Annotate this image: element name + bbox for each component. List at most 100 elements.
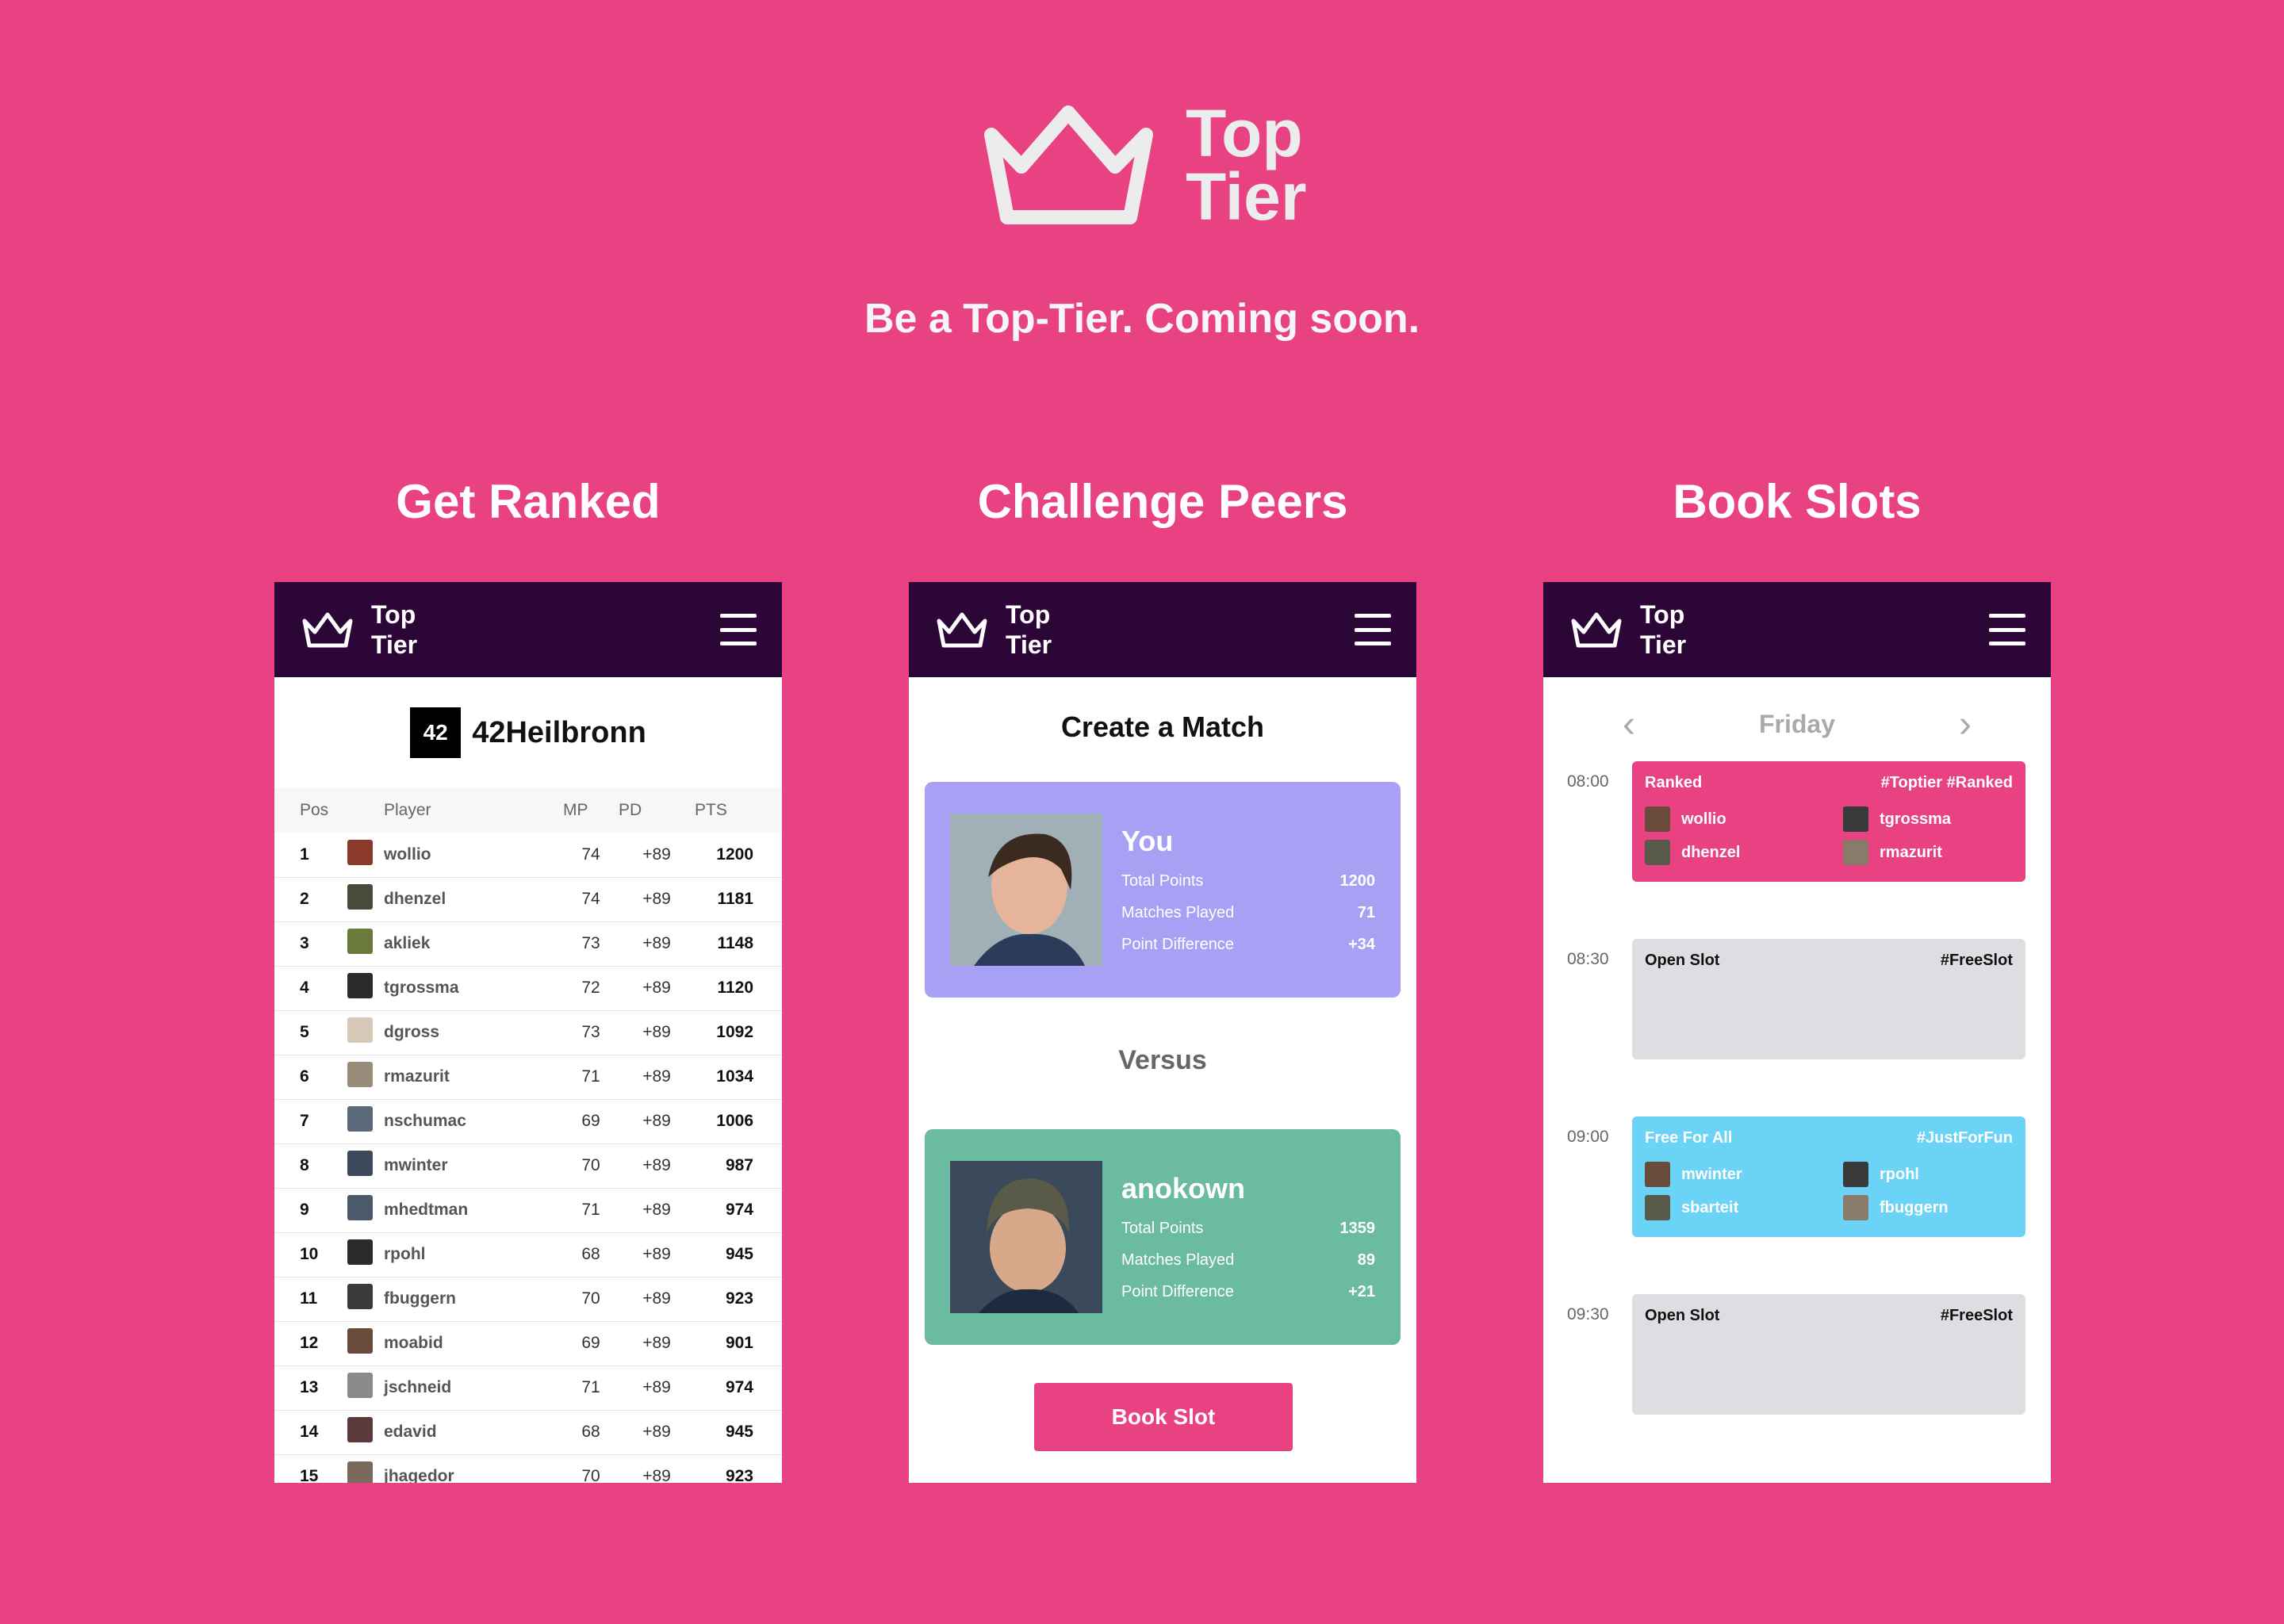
row-avatar-cell [347, 1410, 384, 1455]
row-avatar-cell [347, 966, 384, 1011]
stat-label: Point Difference [1121, 936, 1234, 953]
row-pos: 6 [274, 1055, 347, 1100]
avatar [1645, 806, 1670, 832]
row-mp: 69 [563, 1321, 619, 1366]
table-row[interactable]: 2 dhenzel 74 +89 1181 [274, 877, 782, 922]
row-player[interactable]: nschumac [384, 1099, 563, 1144]
avatar [347, 973, 373, 998]
slot-member[interactable]: sbarteit [1645, 1195, 1843, 1220]
table-row[interactable]: 15 jhagedor 70 +89 923 [274, 1454, 782, 1483]
slot-card[interactable]: Ranked #Toptier #Ranked wollio tgrossma dhen… [1632, 761, 2025, 882]
row-pos: 7 [274, 1099, 347, 1144]
avatar [1645, 840, 1670, 865]
slot-member[interactable]: rmazurit [1843, 840, 2025, 865]
row-mp: 70 [563, 1454, 619, 1483]
stat-matches-played: Matches Played 71 [1121, 904, 1375, 922]
player-card-you[interactable]: You Total Points 1200 Matches Played 71 … [925, 782, 1401, 998]
row-player[interactable]: dgross [384, 1010, 563, 1055]
slot-member[interactable]: wollio [1645, 806, 1843, 832]
book-slot-button[interactable]: Book Slot [1034, 1383, 1293, 1451]
row-player[interactable]: jhagedor [384, 1454, 563, 1483]
avatar [1843, 1162, 1868, 1187]
row-player[interactable]: akliek [384, 921, 563, 967]
row-player[interactable]: tgrossma [384, 966, 563, 1011]
row-pd: +89 [619, 921, 695, 967]
day-label: Friday [1758, 709, 1836, 738]
table-row[interactable]: 7 nschumac 69 +89 1006 [274, 1099, 782, 1144]
avatar [347, 1373, 373, 1398]
row-mp: 71 [563, 1365, 619, 1411]
row-avatar-cell [347, 1188, 384, 1233]
table-row[interactable]: 14 edavid 68 +89 945 [274, 1410, 782, 1455]
chevron-right-icon[interactable]: › [1959, 703, 1972, 746]
slot-member[interactable]: fbuggern [1843, 1195, 2025, 1220]
table-row[interactable]: 12 moabid 69 +89 901 [274, 1321, 782, 1366]
slot-card[interactable]: Open Slot #FreeSlot [1632, 939, 2025, 1059]
avatar [347, 1062, 373, 1087]
row-player[interactable]: jschneid [384, 1365, 563, 1411]
table-row[interactable]: 4 tgrossma 72 +89 1120 [274, 966, 782, 1011]
stat-value: 89 [1357, 1251, 1375, 1269]
row-pts: 945 [695, 1410, 782, 1455]
col-pos: Pos [274, 788, 347, 833]
slot-header: Free For All #JustForFun [1645, 1129, 2013, 1147]
table-row[interactable]: 13 jschneid 71 +89 974 [274, 1365, 782, 1411]
slot-member[interactable]: tgrossma [1843, 806, 2025, 832]
crown-icon [937, 612, 987, 648]
ranking-table: Pos Player MP PD PTS 1 wollio 74 +89 1200 2 dh… [274, 788, 782, 1483]
hamburger-icon[interactable] [1989, 614, 2025, 645]
section-title-slots: Book Slots [1673, 475, 1922, 528]
row-player[interactable]: mwinter [384, 1143, 563, 1189]
table-row[interactable]: 1 wollio 74 +89 1200 [274, 833, 782, 878]
row-player[interactable]: moabid [384, 1321, 563, 1366]
table-row[interactable]: 11 fbuggern 70 +89 923 [274, 1277, 782, 1322]
slot-card[interactable]: Free For All #JustForFun mwinter rpohl sbart… [1632, 1116, 2025, 1237]
table-row[interactable]: 9 mhedtman 71 +89 974 [274, 1188, 782, 1233]
row-player[interactable]: fbuggern [384, 1277, 563, 1322]
player-card-opponent[interactable]: anokown Total Points 1359 Matches Played… [925, 1129, 1401, 1345]
stat-matches-played: Matches Played 89 [1121, 1251, 1375, 1270]
row-pts: 1006 [695, 1099, 782, 1144]
table-row[interactable]: 3 akliek 73 +89 1148 [274, 921, 782, 967]
row-pos: 3 [274, 921, 347, 967]
row-player[interactable]: rpohl [384, 1232, 563, 1277]
app-brand: Top Tier [371, 599, 417, 660]
section-title-ranked: Get Ranked [396, 475, 661, 528]
row-mp: 71 [563, 1188, 619, 1233]
row-player[interactable]: mhedtman [384, 1188, 563, 1233]
slot-type: Free For All [1645, 1129, 1733, 1147]
row-player[interactable]: dhenzel [384, 877, 563, 922]
hamburger-icon[interactable] [1355, 614, 1391, 645]
row-pts: 1034 [695, 1055, 782, 1100]
col-pts: PTS [695, 788, 782, 833]
table-row[interactable]: 8 mwinter 70 +89 987 [274, 1143, 782, 1189]
row-player[interactable]: edavid [384, 1410, 563, 1455]
slot-card[interactable]: Open Slot #FreeSlot [1632, 1294, 2025, 1415]
hamburger-icon[interactable] [720, 614, 757, 645]
row-pts: 1200 [695, 833, 782, 878]
stat-label: Matches Played [1121, 1251, 1235, 1269]
player-photo [950, 814, 1102, 966]
versus-label: Versus [1118, 1045, 1207, 1075]
avatar [1843, 806, 1868, 832]
table-row[interactable]: 5 dgross 73 +89 1092 [274, 1010, 782, 1055]
row-player[interactable]: wollio [384, 833, 563, 878]
table-row[interactable]: 6 rmazurit 71 +89 1034 [274, 1055, 782, 1100]
stat-label: Total Points [1121, 1220, 1204, 1237]
crown-icon [984, 105, 1153, 224]
row-pos: 10 [274, 1232, 347, 1277]
member-name: tgrossma [1880, 810, 1952, 828]
slot-type: Open Slot [1645, 952, 1720, 969]
row-avatar-cell [347, 833, 384, 878]
stat-total-points: Total Points 1359 [1121, 1220, 1375, 1238]
slot-member[interactable]: mwinter [1645, 1162, 1843, 1187]
row-pd: +89 [619, 1365, 695, 1411]
row-player[interactable]: rmazurit [384, 1055, 563, 1100]
slot-member[interactable]: rpohl [1843, 1162, 2025, 1187]
hero-brand: Top Tier [1186, 100, 1307, 230]
avatar [347, 1417, 373, 1442]
chevron-left-icon[interactable]: ‹ [1623, 703, 1635, 746]
slot-member[interactable]: dhenzel [1645, 840, 1843, 865]
table-row[interactable]: 10 rpohl 68 +89 945 [274, 1232, 782, 1277]
stat-label: Matches Played [1121, 904, 1235, 921]
